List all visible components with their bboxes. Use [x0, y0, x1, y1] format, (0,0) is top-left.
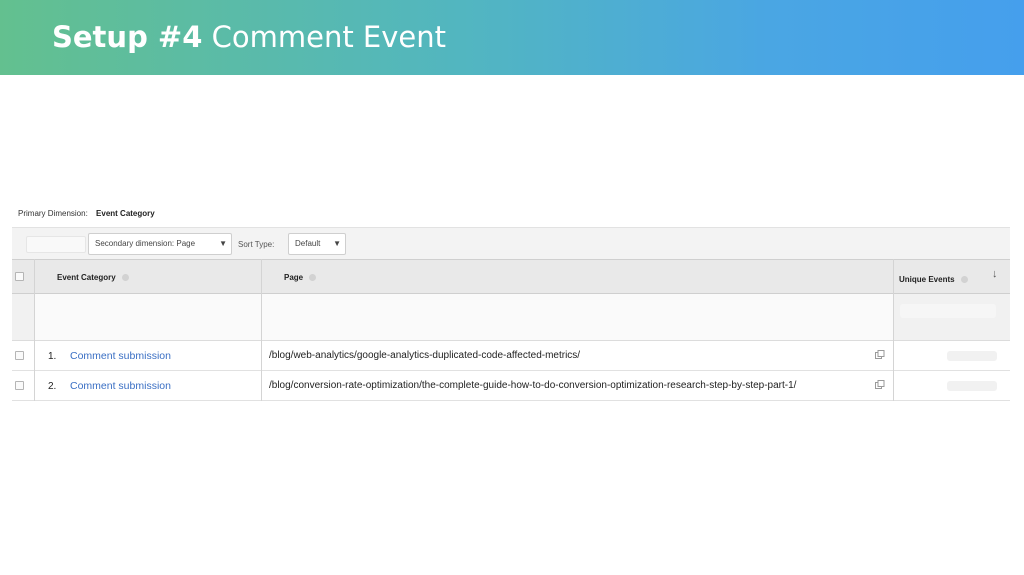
row-checkbox[interactable] [15, 351, 24, 360]
slide-title: Setup #4 Comment Event [52, 20, 446, 54]
summary-total-blurred [900, 304, 996, 318]
copy-icon[interactable] [875, 380, 885, 390]
row-checkbox[interactable] [15, 381, 24, 390]
slide-title-bold: Setup #4 [52, 20, 203, 54]
summary-cell [35, 294, 893, 340]
slide-title-rest: Comment Event [211, 20, 447, 54]
report-table: Event Category Page Unique Events ↓ 1. C… [12, 259, 1010, 401]
secondary-dimension-value: Secondary dimension: Page [95, 239, 196, 248]
row-index: 2. [48, 381, 57, 392]
event-category-link[interactable]: Comment submission [70, 380, 171, 392]
page-path: /blog/web-analytics/google-analytics-dup… [269, 350, 581, 361]
arrow-down-icon[interactable]: ↓ [992, 268, 998, 280]
info-icon [121, 274, 129, 282]
column-header-unique-events[interactable]: Unique Events [899, 275, 968, 284]
primary-dimension-value[interactable]: Event Category [96, 209, 155, 218]
page-path: /blog/conversion-rate-optimization/the-c… [269, 380, 797, 391]
caret-down-icon: ▼ [333, 239, 341, 248]
caret-down-icon: ▼ [219, 239, 227, 248]
table-header: Event Category Page Unique Events ↓ [12, 259, 1010, 294]
info-icon [960, 276, 968, 284]
sort-type-label: Sort Type: [238, 240, 275, 249]
column-divider [261, 259, 262, 401]
unique-events-value-blurred [947, 381, 997, 391]
table-row: 2. Comment submission /blog/conversion-r… [12, 371, 1010, 401]
plot-rows-button[interactable] [26, 236, 86, 253]
unique-events-value-blurred [947, 351, 997, 361]
secondary-dimension-select[interactable]: Secondary dimension: Page ▼ [88, 233, 232, 255]
primary-dimension: Primary Dimension: Event Category [18, 209, 155, 218]
column-divider [34, 259, 35, 401]
row-index: 1. [48, 351, 57, 362]
primary-dimension-label: Primary Dimension: [18, 209, 88, 218]
column-divider [893, 259, 894, 401]
event-category-link[interactable]: Comment submission [70, 350, 171, 362]
info-icon [309, 274, 317, 282]
sort-type-select[interactable]: Default ▼ [288, 233, 346, 255]
table-row: 1. Comment submission /blog/web-analytic… [12, 341, 1010, 371]
slide-banner: Setup #4 Comment Event [0, 0, 1024, 75]
select-all-checkbox[interactable] [15, 272, 24, 281]
summary-row [12, 294, 1010, 341]
copy-icon[interactable] [875, 350, 885, 360]
sort-type-value: Default [295, 239, 321, 248]
report-toolbar: Secondary dimension: Page ▼ Sort Type: D… [12, 227, 1010, 259]
column-header-event-category[interactable]: Event Category [57, 273, 129, 282]
column-header-page[interactable]: Page [284, 273, 317, 282]
